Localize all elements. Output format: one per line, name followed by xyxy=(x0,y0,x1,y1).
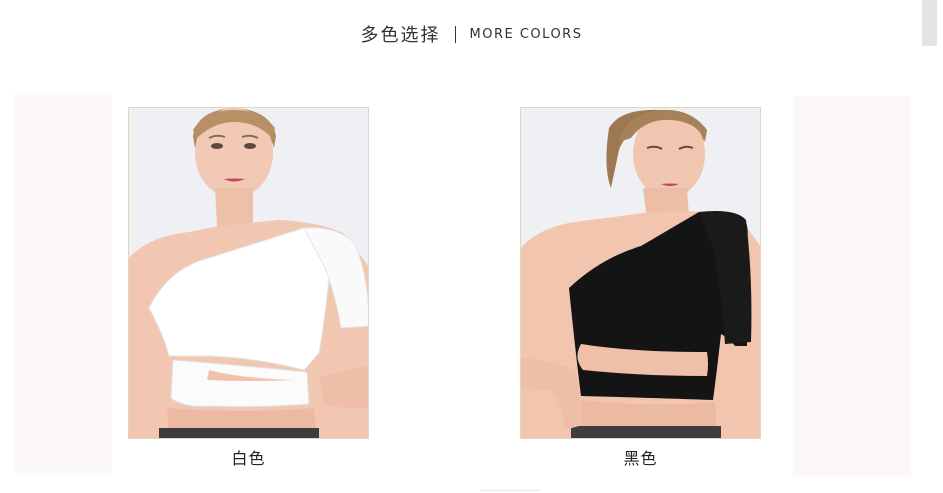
model-white-top-illustration xyxy=(129,108,368,438)
divider xyxy=(480,490,540,491)
color-label-black: 黑色 xyxy=(623,449,658,468)
color-label-white: 白色 xyxy=(231,449,266,468)
section-title-cn: 多色选择 xyxy=(360,25,441,46)
title-divider xyxy=(454,25,456,43)
carousel-prev-peek[interactable] xyxy=(14,93,112,473)
product-image-white[interactable] xyxy=(128,107,369,439)
section-title-en: MORE COLORS xyxy=(469,26,583,42)
product-image-black[interactable] xyxy=(520,107,761,439)
section-header: 多色选择 MORE COLORS xyxy=(0,16,943,52)
model-black-top-illustration xyxy=(521,108,760,438)
carousel-next-peek[interactable] xyxy=(793,96,911,476)
